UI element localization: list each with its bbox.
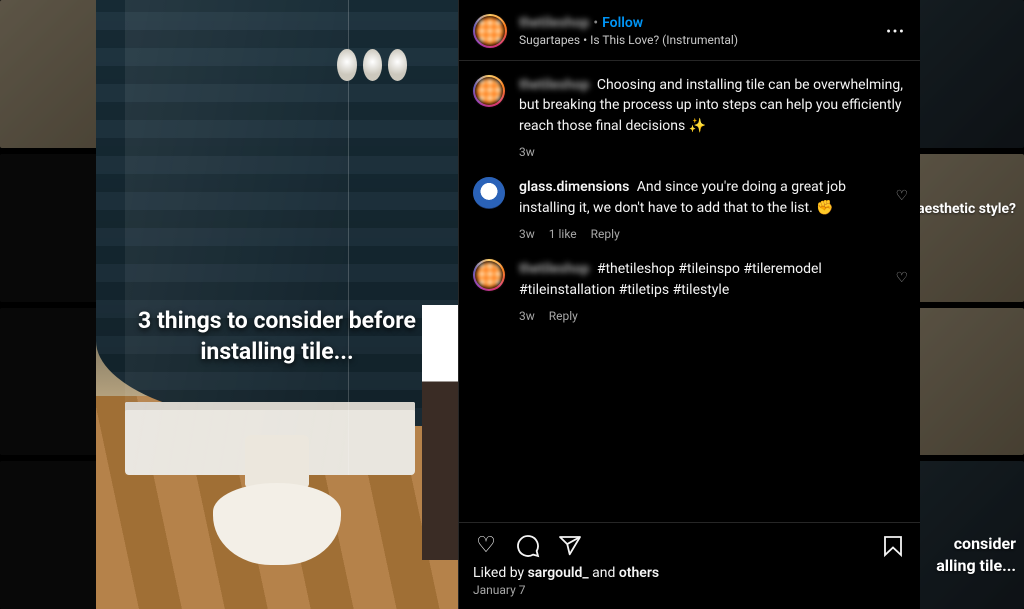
post-date: January 7 — [459, 583, 920, 609]
audio-attribution[interactable]: Sugartapes • Is This Love? (Instrumental… — [519, 33, 870, 47]
liked-by-others: others — [619, 565, 659, 581]
save-button[interactable] — [880, 533, 906, 559]
heart-icon: ♡ — [895, 270, 908, 286]
ellipsis-icon — [884, 20, 906, 42]
comment-age: 3w — [519, 144, 535, 161]
heart-icon: ♡ — [476, 535, 496, 557]
comment-row: glass.dimensions And since you're doing … — [473, 177, 908, 243]
comments-list: thetileshop Choosing and installing tile… — [459, 61, 920, 522]
comment-age: 3w — [519, 226, 535, 243]
media-overlay-text: 3 things to consider before installing t… — [96, 305, 458, 367]
comment-age: 3w — [519, 308, 535, 325]
comment-username[interactable]: glass.dimensions — [519, 179, 629, 195]
comment-avatar[interactable] — [473, 177, 505, 209]
more-options-button[interactable] — [882, 18, 908, 44]
comment-reply-button[interactable]: Reply — [549, 308, 578, 325]
post-media[interactable]: 3 things to consider before installing t… — [96, 0, 458, 609]
comment-like-button[interactable]: ♡ — [895, 267, 908, 325]
post-header: thetileshop • Follow Sugartapes • Is Thi… — [459, 0, 920, 61]
comment-meta: 3w — [519, 144, 908, 161]
comment-username[interactable]: thetileshop — [519, 77, 589, 93]
comment-row: thetileshop #thetileshop #tileinspo #til… — [473, 259, 908, 325]
comment-row: thetileshop Choosing and installing tile… — [473, 75, 908, 161]
comment-avatar[interactable] — [473, 259, 505, 291]
comment-reply-button[interactable]: Reply — [591, 226, 620, 243]
comment-button[interactable] — [515, 533, 541, 559]
post-modal: 3 things to consider before installing t… — [96, 0, 920, 609]
follow-button[interactable]: Follow — [602, 15, 643, 31]
likes-line[interactable]: Liked by sargould_ and others — [459, 563, 920, 583]
comment-icon — [516, 534, 540, 558]
liked-by-user: sargould_ — [528, 565, 589, 581]
post-side-panel: thetileshop • Follow Sugartapes • Is Thi… — [458, 0, 920, 609]
share-button[interactable] — [557, 533, 583, 559]
bg-text-tile: alling tile... — [936, 556, 1016, 577]
bookmark-icon — [881, 534, 905, 558]
like-button[interactable]: ♡ — [473, 533, 499, 559]
comment-meta: 3w 1 like Reply — [519, 226, 873, 243]
separator-dot: • — [593, 15, 598, 31]
comment-body: glass.dimensions And since you're doing … — [519, 177, 873, 243]
comment-like-count[interactable]: 1 like — [549, 226, 577, 243]
share-icon — [558, 534, 582, 558]
bg-text-consider: consider — [954, 534, 1016, 555]
comment-body: thetileshop Choosing and installing tile… — [519, 75, 908, 161]
heart-icon: ♡ — [895, 188, 908, 204]
comment-username[interactable]: thetileshop — [519, 261, 589, 277]
action-bar: ♡ — [459, 522, 920, 563]
comment-body: thetileshop #thetileshop #tileinspo #til… — [519, 259, 873, 325]
author-avatar[interactable] — [473, 14, 507, 48]
comment-meta: 3w Reply — [519, 308, 873, 325]
author-username[interactable]: thetileshop — [519, 15, 589, 31]
comment-like-button[interactable]: ♡ — [895, 185, 908, 243]
comment-avatar[interactable] — [473, 75, 505, 107]
